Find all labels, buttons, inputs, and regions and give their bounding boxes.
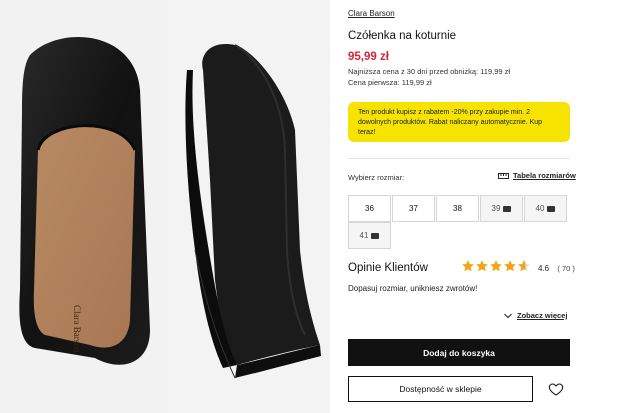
size-option-37[interactable]: 37 <box>392 195 435 222</box>
rating-summary: 4.6 ( 70 ) <box>538 264 575 273</box>
rating-count: ( 70 ) <box>557 264 575 273</box>
reviews-title: Opinie Klientów <box>348 262 428 274</box>
see-more-label: Zobacz więcej <box>517 311 568 320</box>
size-value: 40 <box>535 204 545 213</box>
envelope-icon <box>503 205 512 212</box>
size-option-39[interactable]: 39 <box>480 195 523 222</box>
product-image-top-view[interactable]: Clara Barson <box>0 0 165 413</box>
size-option-41[interactable]: 41 <box>348 222 391 249</box>
see-more-link[interactable]: Zobacz więcej <box>504 311 567 320</box>
rating-stars[interactable] <box>461 259 531 273</box>
section-divider <box>348 158 570 159</box>
size-value: 38 <box>453 204 462 213</box>
fit-advice-text: Dopasuj rozmiar, unikniesz zwrotów! <box>348 284 478 293</box>
shoe-side-view-illustration <box>185 44 321 379</box>
envelope-icon <box>371 232 380 239</box>
size-option-38[interactable]: 38 <box>436 195 479 222</box>
chevron-down-icon <box>504 313 512 318</box>
size-value: 37 <box>409 204 418 213</box>
add-to-cart-button[interactable]: Dodaj do koszyka <box>348 339 570 366</box>
product-image-side-view[interactable] <box>165 0 330 413</box>
envelope-icon <box>547 205 556 212</box>
ruler-icon <box>498 172 509 179</box>
size-value: 41 <box>359 231 369 240</box>
product-title: Czółenka na koturnie <box>348 30 457 42</box>
size-grid: 36 37 38 39 40 41 <box>348 195 570 249</box>
heart-icon[interactable] <box>548 381 564 397</box>
lowest-price-note: Najniższa cena z 30 dni przed obniżką: 1… <box>348 67 511 76</box>
size-option-40[interactable]: 40 <box>524 195 567 222</box>
product-gallery: Clara Barson <box>0 0 330 413</box>
insole-logo: Clara Barson <box>72 305 82 353</box>
rating-value: 4.6 <box>538 264 550 273</box>
size-value: 36 <box>365 204 374 213</box>
star-partial-icon <box>518 260 530 272</box>
star-full-icon <box>462 260 474 272</box>
size-value: 39 <box>491 204 501 213</box>
promo-banner: Ten produkt kupisz z rabatem -20% przy z… <box>348 102 570 142</box>
size-table-link[interactable]: Tabela rozmiarów <box>498 171 576 180</box>
size-select-label: Wybierz rozmiar: <box>348 173 405 182</box>
star-full-icon <box>476 260 488 272</box>
first-price-note: Cena pierwsza: 119,99 zł <box>348 78 432 87</box>
size-option-36[interactable]: 36 <box>348 195 391 222</box>
store-availability-button[interactable]: Dostępność w sklepie <box>348 376 533 402</box>
shoe-top-view-illustration: Clara Barson <box>19 37 151 365</box>
star-full-icon <box>490 260 502 272</box>
brand-link[interactable]: Clara Barson <box>348 9 395 18</box>
star-full-icon <box>504 260 516 272</box>
size-table-label: Tabela rozmiarów <box>513 171 576 180</box>
product-price: 95,99 zł <box>348 51 389 63</box>
